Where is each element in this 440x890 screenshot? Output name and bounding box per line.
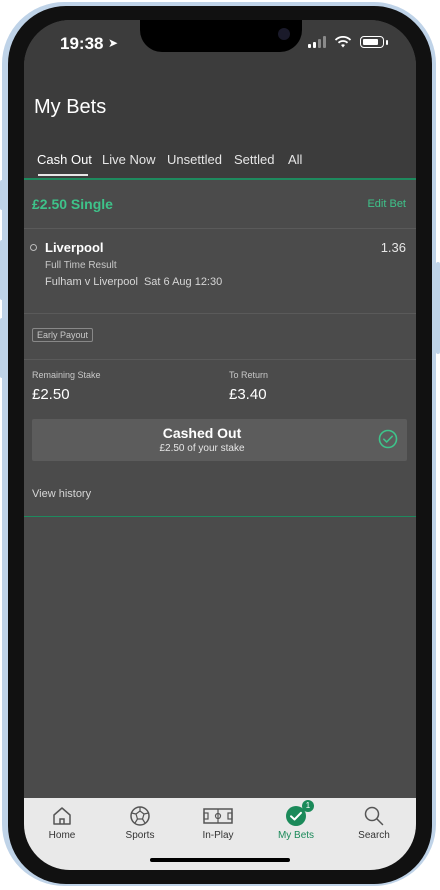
- tabs-divider: [24, 178, 416, 180]
- notch: [140, 20, 302, 52]
- nav-label: In-Play: [202, 830, 234, 841]
- page-title: My Bets: [34, 96, 107, 118]
- market-name: Full Time Result: [45, 260, 117, 271]
- cashed-out-subtitle: £2.50 of your stake: [159, 443, 245, 454]
- nav-in-play[interactable]: In-Play: [188, 804, 248, 841]
- remaining-stake-value: £2.50: [32, 386, 70, 403]
- mute-switch: [0, 180, 4, 210]
- battery-icon: [360, 36, 384, 48]
- tab-settled[interactable]: Settled: [234, 152, 274, 167]
- tab-live-now[interactable]: Live Now: [102, 152, 155, 167]
- tab-unsettled[interactable]: Unsettled: [167, 152, 222, 167]
- pitch-icon: [203, 808, 233, 824]
- nav-sports[interactable]: Sports: [110, 804, 170, 841]
- home-icon: [53, 807, 71, 825]
- volume-down-button: [0, 318, 4, 378]
- to-return-value: £3.40: [229, 386, 267, 403]
- power-button: [436, 262, 440, 354]
- nav-search[interactable]: Search: [344, 804, 404, 841]
- bet-tabs: Cash Out Live Now Unsettled Settled All: [24, 148, 416, 178]
- selection-status-icon: [30, 244, 37, 251]
- nav-label: Search: [358, 830, 390, 841]
- signal-icon: [308, 36, 326, 48]
- event-info: Fulham v Liverpool Sat 6 Aug 12:30: [45, 276, 222, 288]
- screen: 19:38 ➤ My Bets Cash Out Live Now Unsett…: [24, 20, 416, 870]
- bet-title: £2.50 Single: [32, 196, 113, 212]
- home-indicator[interactable]: [150, 858, 290, 862]
- volume-up-button: [0, 240, 4, 300]
- active-tab-indicator: [38, 174, 88, 176]
- notification-badge: 1: [302, 800, 314, 812]
- nav-label: My Bets: [277, 830, 315, 841]
- bet-card-bottom-border: [24, 516, 416, 517]
- camera: [278, 28, 290, 40]
- nav-home[interactable]: Home: [32, 804, 92, 841]
- check-circle-icon: [378, 429, 398, 449]
- to-return-label: To Return: [229, 370, 269, 380]
- nav-label: Home: [48, 830, 76, 841]
- early-payout-badge: Early Payout: [32, 328, 94, 342]
- bet-header: £2.50 Single Edit Bet: [24, 182, 416, 228]
- event-name: Fulham v Liverpool: [45, 276, 138, 288]
- search-icon: [364, 806, 384, 826]
- edit-bet-button[interactable]: Edit Bet: [367, 198, 406, 210]
- cashed-out-title: Cashed Out: [162, 425, 242, 441]
- nav-label: Sports: [125, 830, 155, 841]
- location-arrow-icon: ➤: [108, 36, 119, 50]
- selection-name: Liverpool: [45, 240, 104, 255]
- status-icons: [308, 36, 388, 48]
- view-history-link[interactable]: View history: [32, 488, 91, 500]
- status-time: 19:38: [60, 34, 104, 53]
- wifi-icon: [334, 36, 352, 48]
- event-date: Sat 6 Aug 12:30: [143, 276, 223, 288]
- tab-all[interactable]: All: [288, 152, 302, 167]
- remaining-stake-label: Remaining Stake: [32, 370, 101, 380]
- battery-tip: [386, 39, 388, 45]
- cashed-out-panel: Cashed Out £2.50 of your stake: [32, 419, 407, 461]
- selection-odds: 1.36: [380, 240, 406, 255]
- divider: [24, 313, 416, 314]
- divider: [24, 359, 416, 360]
- tab-cash-out[interactable]: Cash Out: [37, 152, 92, 167]
- football-icon: [130, 806, 150, 826]
- nav-my-bets[interactable]: 1 My Bets: [266, 800, 326, 841]
- divider: [24, 228, 416, 229]
